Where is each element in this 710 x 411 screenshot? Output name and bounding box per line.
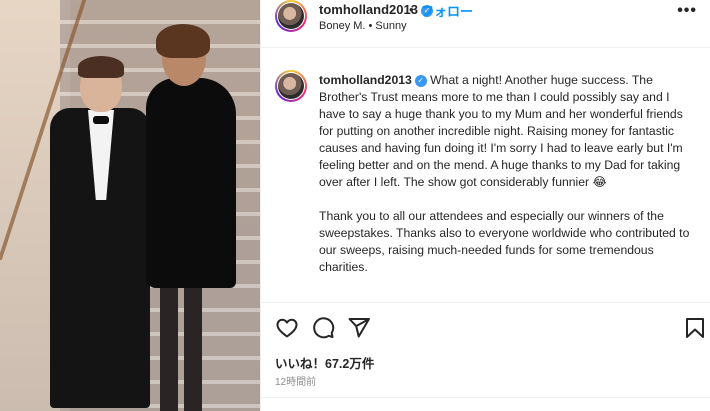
music-label[interactable]: Boney M. • Sunny — [319, 20, 407, 32]
photo-person-right — [140, 20, 240, 411]
post-details-panel: tomholland2013 ✓ • フォロー Boney M. • Sunny … — [260, 0, 710, 411]
post-photo[interactable] — [0, 0, 260, 411]
header-username[interactable]: tomholland2013 ✓ — [319, 2, 433, 17]
more-options-icon[interactable]: ••• — [677, 2, 697, 20]
avatar[interactable] — [275, 0, 307, 32]
caption-text: tomholland2013 ✓ What a night! Another hu… — [319, 72, 699, 276]
post-timestamp[interactable]: 12時間前 — [275, 373, 316, 388]
like-count[interactable]: いいね！67.2万件 — [275, 353, 374, 372]
divider — [261, 397, 710, 398]
caption-paragraph-2: Thank you to all our attendees and espec… — [319, 209, 693, 274]
verified-icon: ✓ — [414, 75, 427, 87]
caption-area: tomholland2013 ✓ What a night! Another hu… — [261, 58, 710, 298]
photo-person-left — [50, 56, 150, 411]
bookmark-icon[interactable] — [683, 316, 707, 340]
post-header: tomholland2013 ✓ • フォロー Boney M. • Sunny … — [261, 0, 710, 48]
caption-username[interactable]: tomholland2013 — [319, 73, 412, 87]
follow-button[interactable]: フォロー — [421, 1, 473, 20]
separator-dot: • — [409, 2, 414, 17]
username-text[interactable]: tomholland2013 — [319, 2, 418, 17]
caption-avatar[interactable] — [275, 70, 307, 102]
comment-icon[interactable] — [311, 316, 335, 340]
heart-icon[interactable] — [275, 316, 299, 340]
share-icon[interactable] — [347, 316, 371, 340]
post-actions: いいね！67.2万件 12時間前 — [261, 302, 710, 411]
caption-paragraph-1: tomholland2013 ✓ What a night! Another hu… — [319, 72, 699, 191]
caption-body-1: What a night! Another huge success. The … — [319, 73, 687, 189]
